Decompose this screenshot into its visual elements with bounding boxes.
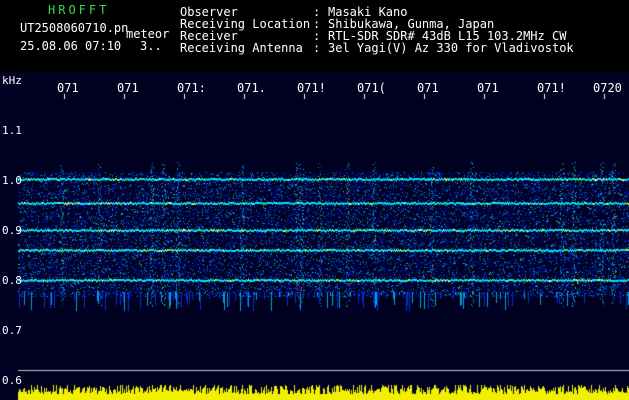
time-label: 071: [177, 81, 206, 95]
time-label: 071! [297, 81, 326, 95]
count-label: 3.. [140, 39, 162, 53]
antenna-value: 3el Yagi(V) Az 330 for Vladivostok [328, 41, 574, 55]
time-label: 071 [117, 81, 139, 95]
header-panel: HROFFT UT2508060710.pn meteor 25.08.06 0… [0, 0, 629, 72]
time-label: 071. [237, 81, 266, 95]
time-label: 071( [357, 81, 386, 95]
time-label: 0720 [593, 81, 622, 95]
freq-tick-0-7: 0.7 [2, 324, 22, 337]
brand-title: HROFFT [48, 3, 110, 17]
date-time: 25.08.06 07:10 [20, 39, 122, 53]
freq-unit-label: kHz [2, 74, 22, 87]
freq-tick-0-9: 0.9 [2, 224, 22, 237]
antenna-label: Receiving Antenna [180, 41, 303, 55]
spectrogram-canvas [0, 72, 629, 400]
time-label: 071! [537, 81, 566, 95]
file-name: UT2508060710.pn [20, 21, 129, 35]
freq-tick-1-0: 1.0 [2, 174, 22, 187]
freq-tick-1-1: 1.1 [2, 124, 22, 137]
freq-tick-0-8: 0.8 [2, 274, 22, 287]
freq-tick-0-6: 0.6 [2, 374, 22, 387]
antenna-colon: : [313, 41, 321, 55]
time-label: 071 [57, 81, 79, 95]
time-label: 071 [477, 81, 499, 95]
time-label: 071 [417, 81, 439, 95]
